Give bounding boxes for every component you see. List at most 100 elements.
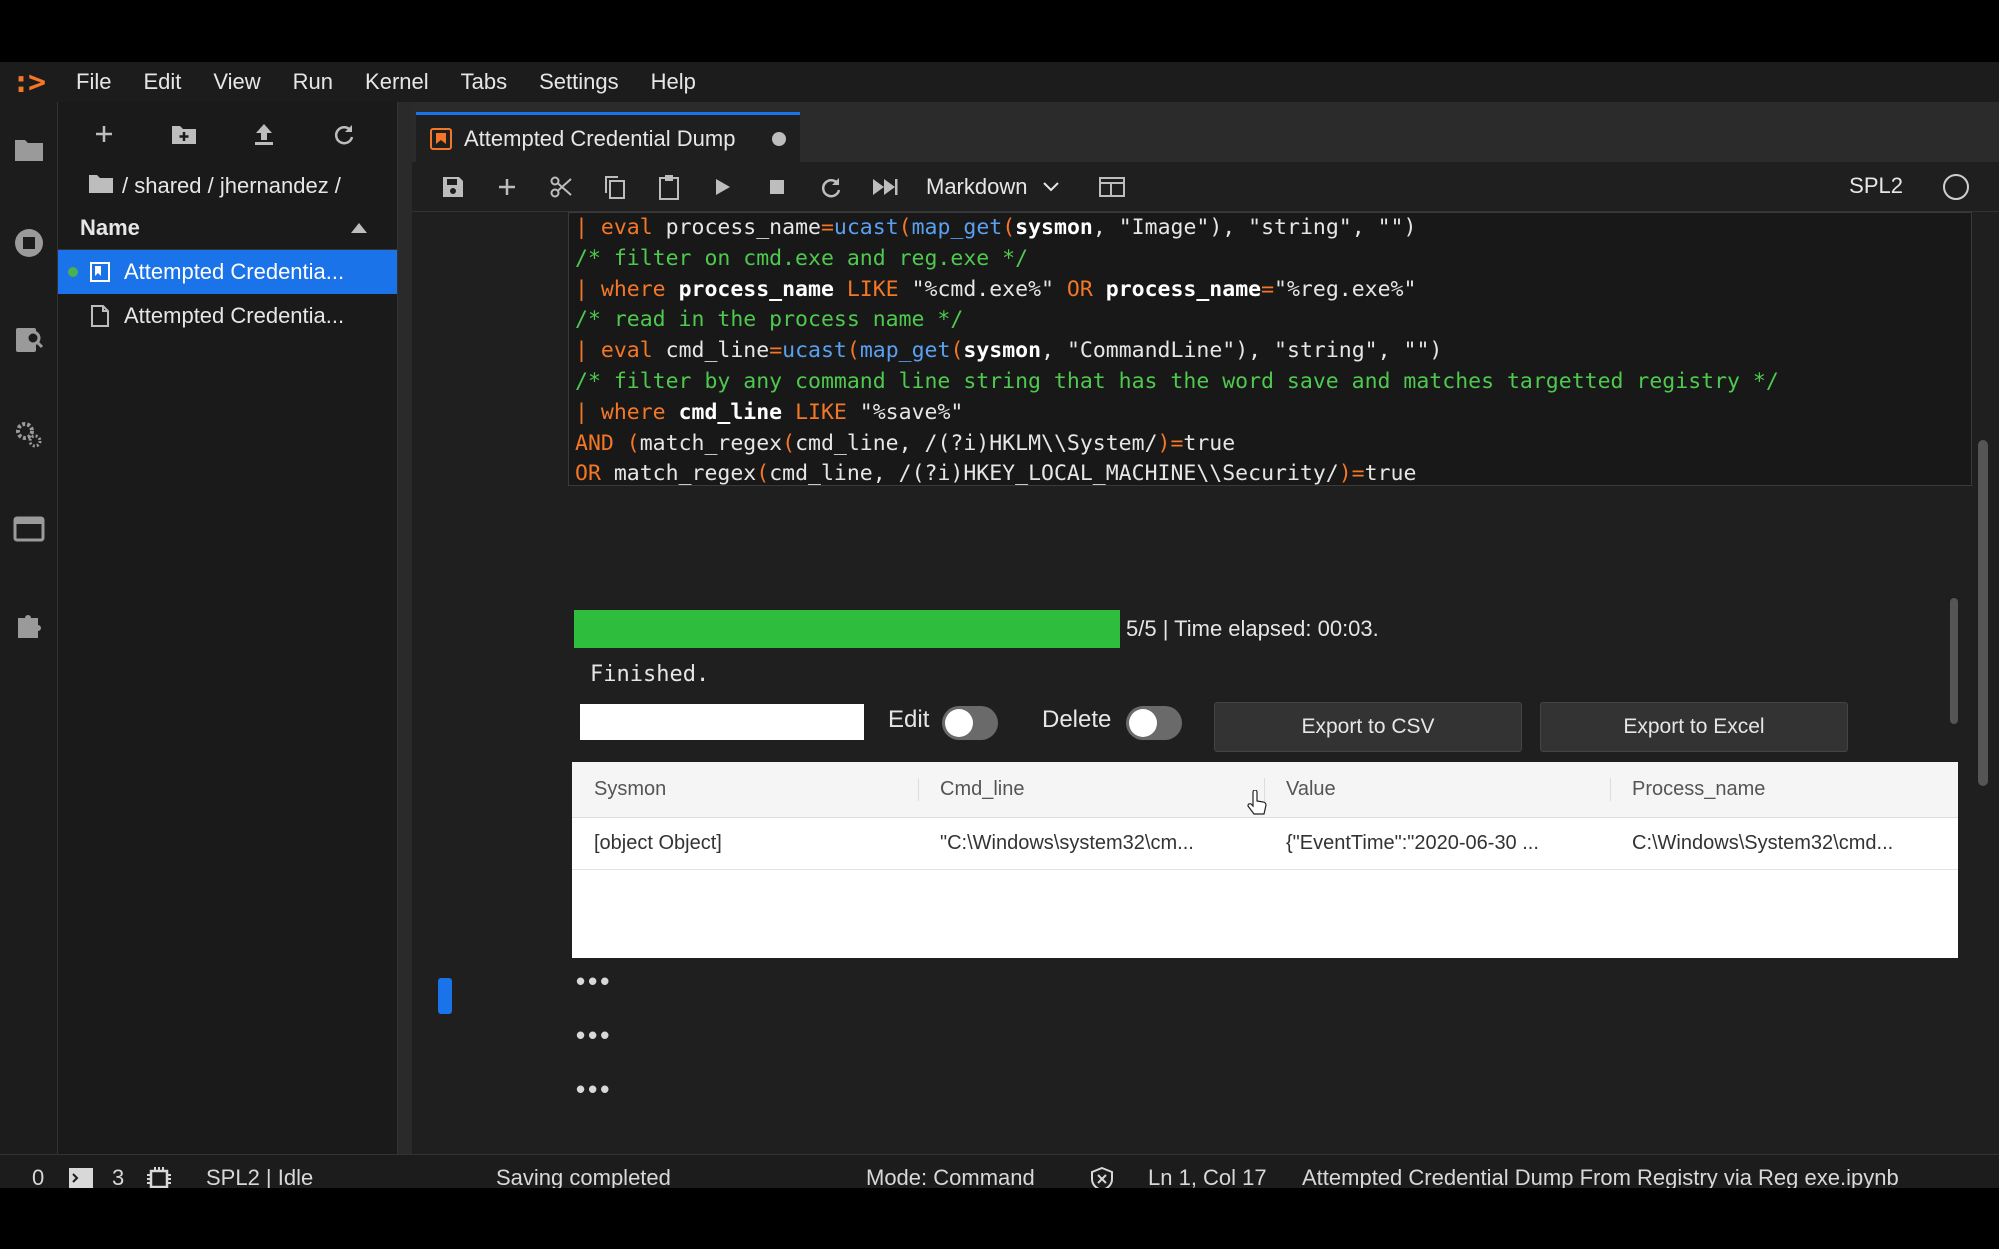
notebook-scrollbar[interactable]	[1978, 440, 1988, 786]
file-browser-panel: / shared / jhernandez / Name Attempted C…	[58, 102, 398, 1154]
code-token: /* filter by any command line string tha…	[575, 368, 1779, 394]
run-all-icon[interactable]	[858, 167, 912, 207]
settings-gears-icon[interactable]	[12, 418, 46, 452]
code-token: process_name	[1105, 276, 1262, 302]
code-token: (	[756, 461, 770, 486]
column-header-value[interactable]: Value	[1264, 778, 1610, 801]
menu-help[interactable]: Help	[651, 69, 696, 95]
search-catalog-icon[interactable]	[12, 322, 46, 356]
panel-splitter[interactable]	[398, 102, 412, 1154]
menu-file[interactable]: File	[76, 69, 111, 95]
name-column-header[interactable]: Name	[80, 215, 140, 241]
code-token: true	[1183, 430, 1236, 456]
code-token: LIKE	[833, 276, 912, 302]
menu-edit[interactable]: Edit	[143, 69, 181, 95]
menu-kernel[interactable]: Kernel	[365, 69, 429, 95]
export-excel-button[interactable]: Export to Excel	[1540, 702, 1848, 752]
refresh-icon[interactable]	[328, 118, 360, 150]
tabs-panel-icon[interactable]	[12, 512, 46, 546]
edit-toggle-label: Edit	[888, 706, 930, 733]
delete-toggle-label: Delete	[1042, 706, 1112, 733]
code-token: (	[898, 215, 912, 240]
cut-icon[interactable]	[534, 167, 588, 207]
column-header-process-name[interactable]: Process_name	[1610, 778, 1956, 801]
active-cell-indicator	[438, 978, 452, 1014]
bottom-letterbox	[0, 1188, 1999, 1249]
sort-ascending-icon[interactable]	[351, 222, 367, 233]
code-line: | eval cmd_line=ucast(map_get(sysmon, "C…	[575, 336, 1971, 367]
code-token: where	[600, 276, 679, 302]
run-icon[interactable]	[696, 167, 750, 207]
code-cell-editor[interactable]: | eval process_name=ucast(map_get(sysmon…	[568, 212, 1972, 486]
breadcrumb[interactable]: / shared / jhernandez /	[58, 166, 397, 206]
upload-icon[interactable]	[248, 118, 280, 150]
menu-settings[interactable]: Settings	[539, 69, 619, 95]
table-of-contents-icon[interactable]	[1085, 167, 1139, 207]
file-item-notebook[interactable]: Attempted Credentia...	[58, 250, 397, 294]
notebook-icon	[88, 260, 112, 284]
file-item-file[interactable]: Attempted Credentia...	[58, 294, 397, 338]
table-cell: [object Object]	[594, 832, 722, 854]
table-cell: {"EventTime":"2020-06-30 ...	[1286, 832, 1539, 854]
output-scrollbar[interactable]	[1950, 598, 1958, 724]
code-token: "%save%"	[859, 399, 964, 425]
stop-icon[interactable]	[750, 167, 804, 207]
code-line: | where cmd_line LIKE "%save%"	[575, 398, 1971, 429]
pointer-hand-icon	[1246, 789, 1268, 821]
code-token: , "CommandLine"), "string", "")	[1041, 338, 1443, 364]
restart-kernel-icon[interactable]	[804, 167, 858, 207]
tab-notebook[interactable]: Attempted Credential Dump	[416, 112, 800, 162]
code-token: (	[782, 430, 796, 456]
folder-icon[interactable]	[12, 132, 46, 166]
menu-tabs[interactable]: Tabs	[461, 69, 507, 95]
table-cell: C:\Windows\System32\cmd...	[1632, 832, 1894, 854]
new-launcher-icon[interactable]	[88, 118, 120, 150]
code-line: /* filter by any command line string tha…	[575, 367, 1971, 398]
chevron-down-icon	[1043, 181, 1060, 191]
collapsed-cell[interactable]: •••	[576, 1074, 612, 1105]
code-token: (	[950, 338, 964, 364]
notebook-toolbar: Markdown SPL2	[412, 162, 1999, 212]
file-name: Attempted Credentia...	[124, 303, 345, 328]
menu-view[interactable]: View	[213, 69, 260, 95]
export-csv-button[interactable]: Export to CSV	[1214, 702, 1522, 752]
save-icon[interactable]	[426, 167, 480, 207]
progress-bar-fill	[574, 610, 1120, 648]
code-token: /* filter on cmd.exe and reg.exe */	[575, 245, 1029, 271]
paste-icon[interactable]	[642, 167, 696, 207]
code-line: OR match_regex(cmd_line, /(?i)HKEY_LOCAL…	[575, 459, 1971, 486]
kernel-name[interactable]: SPL2	[1849, 173, 1903, 199]
new-folder-icon[interactable]	[168, 118, 200, 150]
code-token: map_get	[859, 338, 951, 364]
column-header-cmd-line[interactable]: Cmd_line	[918, 778, 1264, 801]
file-list-header[interactable]: Name	[58, 206, 397, 250]
code-line: | eval process_name=ucast(map_get(sysmon…	[575, 213, 1971, 244]
code-line: | where process_name LIKE "%cmd.exe%" OR…	[575, 275, 1971, 306]
edit-toggle[interactable]	[942, 706, 998, 740]
extensions-puzzle-icon[interactable]	[12, 608, 46, 642]
copy-icon[interactable]	[588, 167, 642, 207]
code-token: sysmon	[963, 338, 1042, 364]
progress-text: 5/5 | Time elapsed: 00:03.	[1126, 616, 1379, 641]
column-header-sysmon[interactable]: Sysmon	[572, 778, 918, 801]
unsaved-indicator[interactable]	[772, 132, 786, 146]
collapsed-cell[interactable]: •••	[576, 1020, 612, 1051]
jupyter-logo: :>	[11, 64, 46, 100]
menu-run[interactable]: Run	[293, 69, 333, 95]
code-token: ucast	[833, 215, 899, 240]
code-token: where	[600, 399, 679, 425]
breadcrumb-path[interactable]: / shared / jhernandez /	[122, 173, 341, 199]
cell-type-dropdown[interactable]: Markdown	[926, 174, 1060, 200]
delete-toggle[interactable]	[1126, 706, 1182, 740]
status-text: Finished.	[590, 662, 710, 687]
insert-cell-icon[interactable]	[480, 167, 534, 207]
code-token: )=	[1157, 430, 1184, 456]
collapsed-cell[interactable]: •••	[576, 966, 612, 997]
filter-input[interactable]	[580, 704, 864, 740]
code-token: match_regex	[613, 461, 757, 486]
code-token: |	[575, 338, 601, 364]
running-sessions-icon[interactable]	[12, 226, 46, 260]
kernel-idle-icon[interactable]	[1943, 174, 1969, 200]
table-row[interactable]: [object Object] "C:\Windows\system32\cm.…	[572, 818, 1958, 870]
notebook-panel: Attempted Credential Dump Markdown SPL2 …	[412, 102, 1999, 1154]
